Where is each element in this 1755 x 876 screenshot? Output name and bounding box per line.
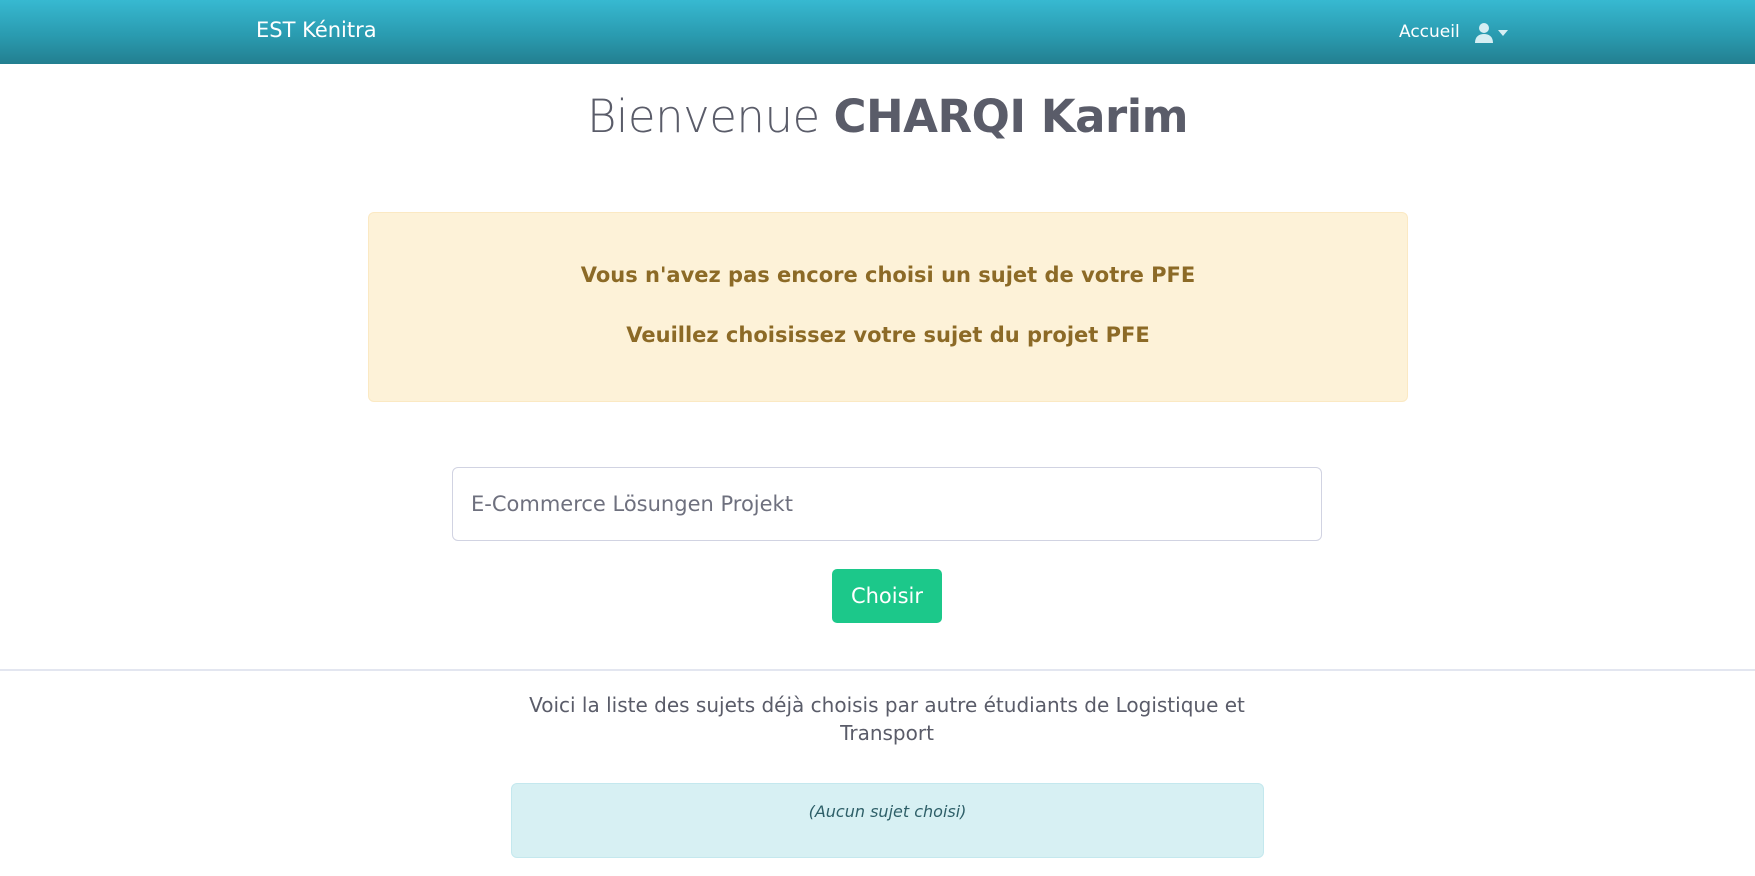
brand-link[interactable]: EST Kénitra — [256, 18, 377, 42]
user-icon — [1475, 23, 1493, 43]
caret-down-icon — [1498, 30, 1508, 36]
welcome-heading: Bienvenue CHARQI Karim — [0, 90, 1755, 143]
empty-list-message: (Aucun sujet choisi) — [808, 802, 967, 821]
no-subject-warning: Vous n'avez pas encore choisi un sujet d… — [368, 212, 1408, 402]
nav-link-accueil[interactable]: Accueil — [1399, 22, 1460, 42]
choose-subject-button[interactable]: Choisir — [832, 569, 942, 623]
subject-input[interactable] — [452, 467, 1322, 541]
user-dropdown-toggle[interactable] — [1474, 20, 1510, 46]
student-name: CHARQI Karim — [833, 90, 1189, 143]
chosen-subjects-list: (Aucun sujet choisi) — [511, 783, 1264, 858]
warning-instruction: Veuillez choisissez votre sujet du proje… — [626, 323, 1150, 347]
chosen-subjects-intro: Voici la liste des sujets déjà choisis p… — [529, 693, 1245, 745]
top-navbar: EST Kénitra Accueil — [0, 0, 1755, 64]
welcome-prefix: Bienvenue — [586, 90, 820, 143]
section-divider — [0, 669, 1755, 671]
warning-message: Vous n'avez pas encore choisi un sujet d… — [580, 263, 1196, 287]
